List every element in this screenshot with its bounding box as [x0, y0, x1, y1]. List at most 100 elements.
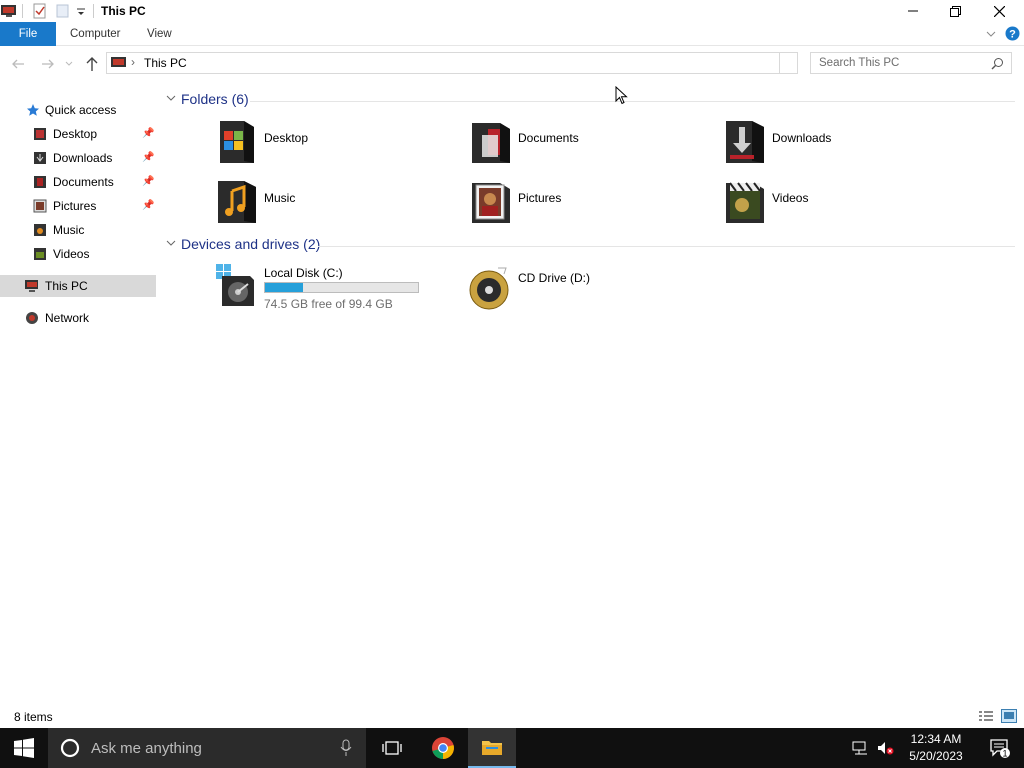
tab-view[interactable]: View — [147, 22, 172, 46]
music-folder-icon — [218, 181, 256, 223]
pictures-folder-icon — [472, 183, 510, 223]
help-icon[interactable]: ? — [1005, 26, 1020, 41]
folder-tile-desktop[interactable]: Desktop — [214, 117, 454, 173]
notification-count-badge: 1 — [1002, 749, 1007, 759]
desktop-icon — [34, 128, 46, 140]
sidebar-item-desktop[interactable]: Desktop 📌 — [0, 123, 156, 145]
sidebar-item-music[interactable]: Music — [0, 219, 156, 241]
sidebar-item-label: Documents — [53, 175, 114, 189]
up-arrow-icon[interactable] — [85, 56, 99, 72]
sidebar-item-label: Desktop — [53, 127, 98, 141]
folder-tile-downloads[interactable]: Downloads — [722, 117, 962, 173]
tab-file[interactable]: File — [0, 22, 56, 46]
task-view-icon — [382, 741, 402, 755]
drive-usage-fill — [265, 283, 304, 292]
large-icons-view-icon[interactable] — [1001, 709, 1017, 723]
folders-group-header[interactable]: Folders (6) — [165, 90, 405, 110]
clock-date: 5/20/2023 — [909, 749, 963, 763]
close-button[interactable] — [977, 0, 1022, 22]
cd-drive-icon — [469, 267, 509, 310]
folder-tile-videos[interactable]: Videos — [722, 177, 962, 233]
drive-tile-cd-drive-d[interactable]: CD Drive (D:) — [468, 262, 688, 318]
sidebar-item-documents[interactable]: Documents 📌 — [0, 171, 156, 193]
system-clock[interactable]: 12:34 AM 5/20/2023 — [896, 731, 976, 765]
address-bar[interactable]: › This PC — [106, 52, 798, 74]
minimize-button[interactable] — [890, 0, 935, 22]
sidebar-item-label: Pictures — [53, 199, 97, 213]
sidebar-item-quick-access[interactable]: Quick access — [0, 99, 156, 121]
drives-group-header[interactable]: Devices and drives (2) — [165, 235, 405, 255]
refresh-button[interactable] — [779, 53, 797, 73]
file-explorer-taskbar-button[interactable] — [468, 728, 516, 768]
folder-label: Documents — [518, 131, 579, 145]
taskbar: Ask me anything 12:34 AM 5/20/2023 1 — [0, 728, 1024, 768]
sidebar-item-downloads[interactable]: Downloads 📌 — [0, 147, 156, 169]
action-center-button[interactable]: 1 — [976, 728, 1024, 768]
cortana-search-box[interactable]: Ask me anything — [48, 728, 366, 768]
folder-tile-pictures[interactable]: Pictures — [468, 177, 708, 233]
volume-muted-icon[interactable] — [876, 740, 894, 756]
chevron-down-icon — [166, 240, 176, 246]
this-pc-icon — [25, 280, 38, 292]
cortana-icon — [60, 738, 80, 758]
this-pc-icon[interactable] — [0, 3, 18, 19]
close-icon — [994, 5, 1005, 17]
details-view-icon[interactable] — [978, 710, 994, 722]
separator — [93, 4, 94, 18]
group-heading: Folders (6) — [181, 91, 249, 107]
task-view-button[interactable] — [368, 728, 416, 768]
expand-ribbon-icon[interactable] — [985, 28, 997, 40]
sidebar-item-this-pc[interactable]: This PC — [0, 275, 156, 297]
sidebar-item-videos[interactable]: Videos — [0, 243, 156, 265]
breadcrumb[interactable]: This PC — [144, 56, 187, 70]
new-folder-icon[interactable] — [55, 3, 71, 19]
folder-label: Music — [264, 191, 296, 205]
start-button[interactable] — [0, 728, 48, 768]
search-input[interactable]: Search This PC — [810, 52, 1012, 74]
navigation-pane: Quick access Desktop 📌 Downloads 📌 Docum… — [0, 94, 156, 704]
svg-text:?: ? — [1009, 29, 1016, 41]
tab-computer[interactable]: Computer — [70, 22, 121, 46]
sidebar-item-pictures[interactable]: Pictures 📌 — [0, 195, 156, 217]
sidebar-item-label: This PC — [45, 279, 88, 293]
folder-tile-documents[interactable]: Documents — [468, 117, 708, 173]
search-icon — [991, 58, 1003, 70]
breadcrumb-chevron-icon[interactable]: › — [131, 55, 135, 69]
videos-folder-icon — [726, 182, 764, 223]
group-divider — [250, 101, 1015, 102]
windows-logo-icon — [14, 738, 34, 758]
sidebar-item-label: Network — [45, 311, 90, 325]
drive-label: CD Drive (D:) — [518, 271, 590, 285]
downloads-folder-icon — [726, 121, 764, 163]
sidebar-item-network[interactable]: Network — [0, 307, 156, 329]
item-count: 8 items — [14, 710, 53, 724]
restore-icon — [950, 5, 961, 17]
star-icon — [27, 104, 39, 116]
group-divider — [318, 246, 1015, 247]
properties-icon[interactable] — [32, 3, 48, 19]
taskbar-search-placeholder: Ask me anything — [91, 740, 202, 757]
folder-tile-music[interactable]: Music — [214, 177, 454, 233]
sidebar-item-label: Quick access — [45, 103, 117, 117]
drive-free-space: 74.5 GB free of 99.4 GB — [264, 297, 393, 311]
microphone-icon[interactable] — [340, 739, 352, 757]
network-status-icon[interactable] — [852, 740, 870, 756]
search-placeholder: Search This PC — [819, 57, 900, 69]
pin-icon: 📌 — [142, 176, 155, 187]
back-arrow-icon[interactable] — [10, 57, 26, 71]
restore-button[interactable] — [933, 0, 978, 22]
folder-label: Downloads — [772, 131, 832, 145]
clock-time: 12:34 AM — [910, 732, 962, 746]
title-bar: This PC — [0, 0, 1024, 22]
chrome-taskbar-button[interactable] — [419, 728, 467, 768]
ribbon-tabs: File Computer View ? — [0, 22, 1024, 46]
documents-folder-icon — [472, 123, 510, 163]
drive-usage-bar — [264, 282, 419, 293]
videos-icon — [34, 248, 46, 260]
hard-drive-icon — [216, 264, 254, 306]
forward-arrow-icon[interactable] — [40, 57, 56, 71]
pictures-icon — [33, 199, 47, 213]
recent-locations-chevron-icon[interactable] — [64, 59, 74, 69]
customize-toolbar-icon[interactable] — [75, 3, 87, 19]
drive-tile-local-disk-c[interactable]: Local Disk (C:) 74.5 GB free of 99.4 GB — [214, 262, 434, 318]
